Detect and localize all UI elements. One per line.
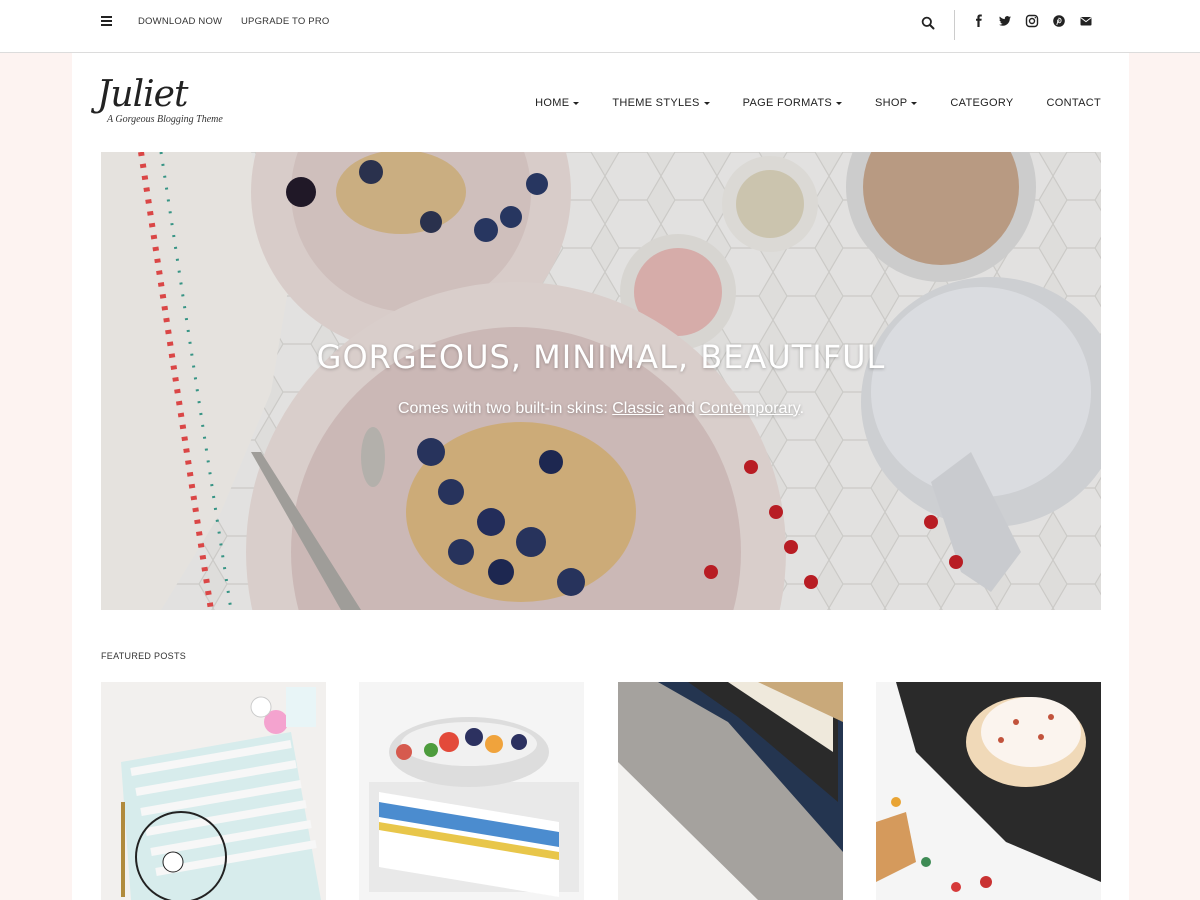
- hero-subtitle-prefix: Comes with two built-in skins:: [397, 400, 613, 417]
- upgrade-to-pro-link[interactable]: UPGRADE TO PRO: [241, 16, 330, 27]
- download-now-link[interactable]: DOWNLOAD NOW: [138, 16, 222, 27]
- caret-down-icon: [703, 101, 710, 105]
- nav-contact-label: CONTACT: [1046, 97, 1101, 109]
- featured-posts-heading: FEATURED POSTS: [101, 651, 187, 661]
- featured-post-1[interactable]: [101, 682, 326, 900]
- featured-post-4[interactable]: [876, 682, 1101, 900]
- hero-background-image: [101, 152, 1101, 610]
- hero-subtitle: Comes with two built-in skins: Classic a…: [101, 400, 1101, 418]
- featured-post-1-image: [101, 682, 326, 900]
- caret-down-icon: [573, 101, 580, 105]
- main-navigation: HOME THEME STYLES PAGE FORMATS SHOP CATE…: [502, 97, 1101, 109]
- hero-slider[interactable]: GORGEOUS, MINIMAL, BEAUTIFUL Comes with …: [101, 152, 1101, 610]
- hero-title: GORGEOUS, MINIMAL, BEAUTIFUL: [316, 338, 886, 376]
- featured-post-4-image: [876, 682, 1101, 900]
- site-tagline: A Gorgeous Blogging Theme: [107, 114, 223, 125]
- bars-icon[interactable]: [101, 16, 112, 27]
- hero-subtitle-and: and: [663, 400, 700, 417]
- nav-theme-styles-label: THEME STYLES: [612, 97, 700, 109]
- facebook-icon[interactable]: [972, 14, 986, 28]
- top-bar: DOWNLOAD NOW UPGRADE TO PRO: [0, 0, 1200, 53]
- nav-category-label: CATEGORY: [950, 97, 1014, 109]
- nav-contact[interactable]: CONTACT: [1047, 97, 1101, 109]
- envelope-icon[interactable]: [1079, 14, 1093, 28]
- featured-post-2-image: [359, 682, 584, 900]
- contemporary-skin-link[interactable]: Contemporary: [699, 400, 799, 417]
- nav-shop-label: SHOP: [875, 97, 908, 109]
- topbar-divider: [954, 10, 955, 40]
- nav-category[interactable]: CATEGORY: [950, 97, 1013, 109]
- twitter-icon[interactable]: [998, 14, 1012, 28]
- instagram-icon[interactable]: [1025, 14, 1039, 28]
- nav-home-label: HOME: [535, 97, 570, 109]
- site-title[interactable]: Juliet: [97, 73, 267, 117]
- nav-page-formats-label: PAGE FORMATS: [742, 97, 833, 109]
- classic-skin-link[interactable]: Classic: [612, 400, 664, 417]
- nav-page-formats[interactable]: PAGE FORMATS: [742, 97, 843, 109]
- nav-home[interactable]: HOME: [535, 97, 580, 109]
- caret-down-icon: [836, 101, 843, 105]
- nav-theme-styles[interactable]: THEME STYLES: [612, 97, 710, 109]
- main-container: Juliet A Gorgeous Blogging Theme HOME TH…: [72, 53, 1129, 900]
- featured-post-3[interactable]: [618, 682, 843, 900]
- search-icon[interactable]: [921, 16, 935, 30]
- caret-down-icon: [911, 101, 918, 105]
- featured-post-3-image: [618, 682, 843, 900]
- site-logo[interactable]: Juliet A Gorgeous Blogging Theme: [97, 73, 267, 125]
- hero-subtitle-suffix: .: [799, 400, 805, 417]
- featured-post-2[interactable]: [359, 682, 584, 900]
- pinterest-icon[interactable]: [1052, 14, 1066, 28]
- nav-shop[interactable]: SHOP: [875, 97, 918, 109]
